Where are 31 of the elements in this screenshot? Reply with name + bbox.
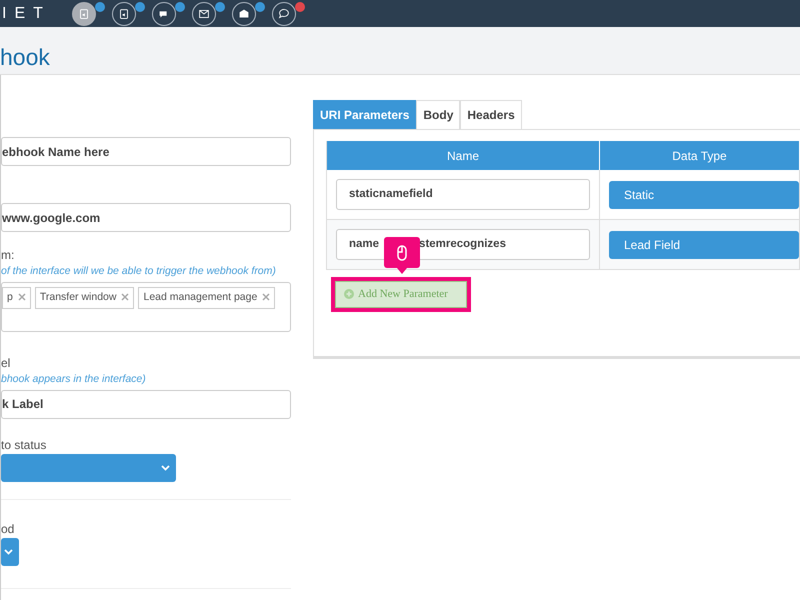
nav-icon-button[interactable] [112, 2, 136, 26]
field-label: el [1, 354, 12, 372]
field-label: m: [1, 247, 16, 264]
field-label: od [1, 520, 16, 538]
nav-icon-button[interactable] [232, 2, 256, 26]
chevron-down-icon [4, 548, 13, 554]
tab[interactable]: Body [416, 100, 460, 129]
field-hint: of the interface will we be able to trigger the webhook from) [1, 264, 277, 279]
chevron-down-icon [161, 464, 170, 470]
tab[interactable]: Headers [460, 100, 522, 129]
mouse-icon [397, 244, 407, 260]
column-header: Name [327, 141, 600, 170]
page-title: hook [0, 44, 50, 72]
name-field[interactable]: staticnamefield [336, 179, 590, 210]
chat-icon [277, 6, 291, 20]
nav-icon-button[interactable] [192, 2, 216, 26]
name-field[interactable]: name stemrecognizes [336, 229, 590, 260]
plus-circle-icon [344, 289, 354, 300]
text-field[interactable]: www.google.com [1, 203, 291, 232]
nav-icon-button[interactable] [72, 2, 96, 26]
text-field[interactable]: ebhook Name here [1, 137, 291, 166]
tag: Lead management page [138, 286, 276, 308]
text-field[interactable]: k Label [1, 390, 291, 418]
tag: p [2, 286, 31, 308]
logo: IET [1, 6, 52, 22]
column-header: Data Type [600, 141, 800, 170]
field-hint: bhook appears in the interface) [1, 372, 147, 387]
field-label: to status [1, 436, 48, 454]
tag: Transfer window [34, 286, 134, 308]
dropdown[interactable] [1, 538, 19, 566]
dropdown[interactable] [1, 454, 176, 482]
